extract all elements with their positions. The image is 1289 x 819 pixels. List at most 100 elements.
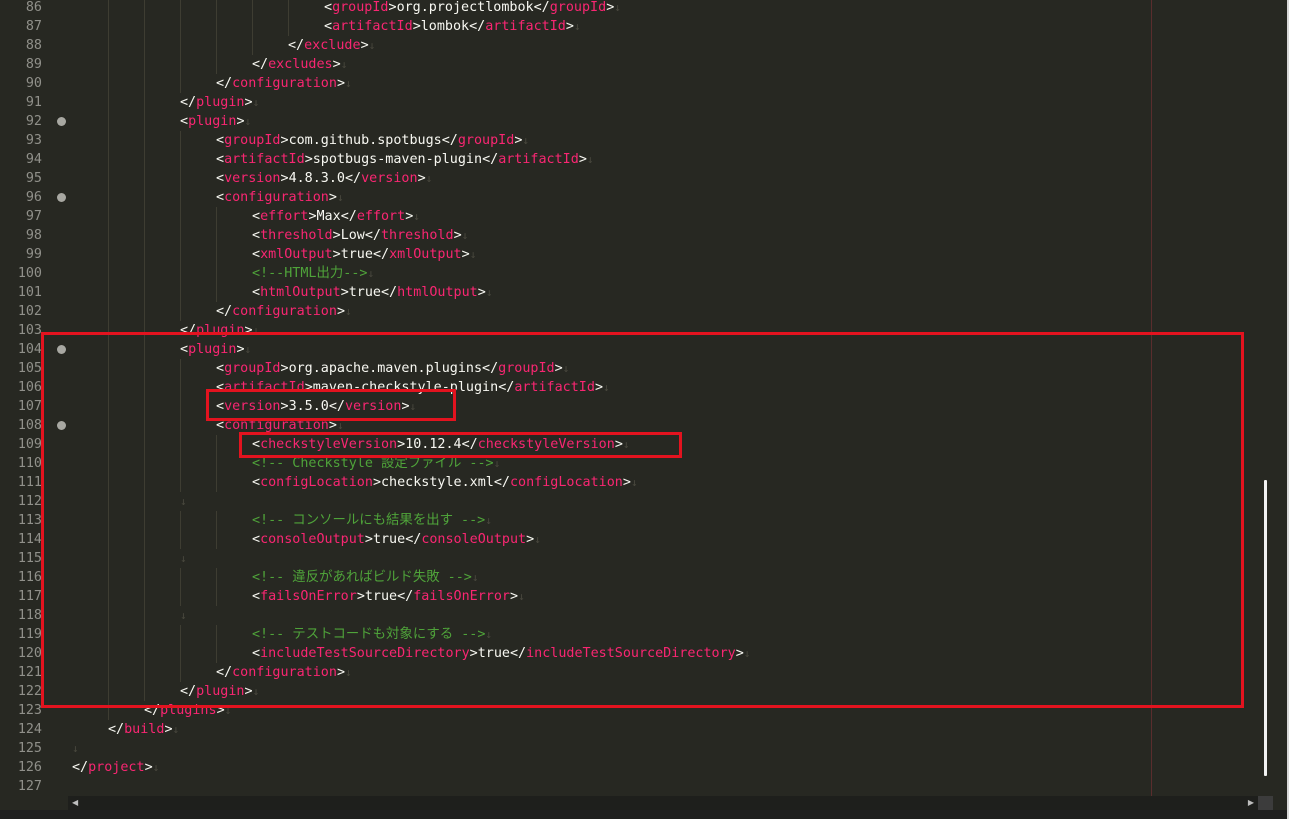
- code-content: </configuration>↓: [216, 74, 352, 93]
- code-line[interactable]: 108 <configuration>↓: [0, 416, 1260, 435]
- indent-guide: [108, 359, 109, 378]
- code-line[interactable]: 106 <artifactId>maven-checkstyle-plugin</…: [0, 378, 1260, 397]
- indent-guide: [180, 416, 181, 435]
- xml-bracket: >: [332, 57, 341, 72]
- code-line[interactable]: 107 <version>3.5.0</version>↓: [0, 397, 1260, 416]
- code-line[interactable]: 93 <groupId>com.github.spotbugs</groupId>…: [0, 131, 1260, 150]
- indent-guide: [144, 587, 145, 606]
- xml-tag-name: consoleOutput: [260, 532, 365, 547]
- xml-bracket: >: [614, 437, 623, 452]
- indent-guide: [180, 150, 181, 169]
- indent-guide: [180, 397, 181, 416]
- xml-bracket: </: [216, 76, 233, 91]
- xml-bracket: >: [308, 209, 317, 224]
- xml-bracket: <: [216, 152, 225, 167]
- scroll-right-icon[interactable]: ▶: [1248, 798, 1254, 807]
- code-line[interactable]: 113 <!-- コンソールにも結果を出す -->↓: [0, 511, 1260, 530]
- indent-guide: [108, 625, 109, 644]
- code-line[interactable]: 101 <htmlOutput>true</htmlOutput>↓: [0, 283, 1260, 302]
- xml-tag-name: exclude: [304, 38, 361, 53]
- xml-bracket: >: [510, 589, 519, 604]
- code-line[interactable]: 117 <failsOnError>true</failsOnError>↓: [0, 587, 1260, 606]
- xml-bracket: </: [372, 247, 390, 262]
- code-line[interactable]: 110 <!-- Checkstyle 設定ファイル -->↓: [0, 454, 1260, 473]
- code-content: ↓: [180, 606, 187, 625]
- code-line[interactable]: 89 </excludes>↓: [0, 55, 1260, 74]
- indent-guide: [216, 511, 217, 530]
- code-line[interactable]: 119 <!-- テストコードも対象にする -->↓: [0, 625, 1260, 644]
- code-line[interactable]: 97 <effort>Max</effort>↓: [0, 207, 1260, 226]
- code-line[interactable]: 109 <checkstyleVersion>10.12.4</checkstyl…: [0, 435, 1260, 454]
- indent-guide: [144, 283, 145, 302]
- code-content: <plugin>↓: [180, 112, 251, 131]
- fold-marker-icon[interactable]: [57, 193, 66, 202]
- code-line[interactable]: 127: [0, 777, 1260, 796]
- code-line[interactable]: 90 </configuration>↓: [0, 74, 1260, 93]
- code-line[interactable]: 86 <groupId>org.projectlombok</groupId>↓: [0, 0, 1260, 17]
- code-line[interactable]: 124 </build>↓: [0, 720, 1260, 739]
- code-line[interactable]: 126 </project>↓: [0, 758, 1260, 777]
- code-line[interactable]: 104 <plugin>↓: [0, 340, 1260, 359]
- line-number: 87: [25, 19, 42, 34]
- end-of-line-icon: ↓: [622, 438, 630, 451]
- fold-marker-icon[interactable]: [57, 117, 66, 126]
- end-of-line-icon: ↓: [493, 457, 501, 470]
- xml-bracket: <: [216, 171, 225, 186]
- scroll-left-icon[interactable]: ◀: [72, 798, 78, 807]
- horizontal-scrollbar[interactable]: ◀ ▶: [68, 796, 1258, 810]
- code-line[interactable]: 122 </plugin>↓: [0, 682, 1260, 701]
- code-line[interactable]: 112 ↓: [0, 492, 1260, 511]
- code-line[interactable]: 95 <version>4.8.3.0</version>↓: [0, 169, 1260, 188]
- code-line[interactable]: 91 </plugin>↓: [0, 93, 1260, 112]
- xml-bracket: </: [180, 95, 197, 110]
- line-number: 117: [17, 589, 42, 604]
- vertical-scrollbar-thumb[interactable]: [1264, 480, 1267, 776]
- code-line[interactable]: 94 <artifactId>spotbugs-maven-plugin</art…: [0, 150, 1260, 169]
- end-of-line-icon: ↓: [425, 172, 433, 185]
- xml-bracket: <: [180, 342, 189, 357]
- xml-text: 10.12.4: [405, 437, 462, 452]
- end-of-line-icon: ↓: [518, 590, 525, 603]
- code-line[interactable]: 120 <includeTestSourceDirectory>true</inc…: [0, 644, 1260, 663]
- fold-marker-icon[interactable]: [57, 345, 66, 354]
- code-line[interactable]: 125 ↓: [0, 739, 1260, 758]
- code-content: <threshold>Low</threshold>↓: [252, 226, 468, 245]
- code-line[interactable]: 121 </configuration>↓: [0, 663, 1260, 682]
- end-of-line-icon: ↓: [562, 362, 570, 375]
- xml-bracket: <: [252, 589, 261, 604]
- xml-bracket: </: [461, 437, 478, 452]
- xml-bracket: >: [164, 722, 173, 737]
- indent-guide: [216, 454, 217, 473]
- code-line[interactable]: 123 </plugins>↓: [0, 701, 1260, 720]
- xml-tag-name: configuration: [224, 418, 329, 433]
- code-content: <groupId>org.apache.maven.plugins</group…: [216, 359, 569, 378]
- xml-bracket: >: [360, 38, 369, 53]
- indent-guide: [180, 226, 181, 245]
- line-number: 123: [17, 703, 42, 718]
- code-line[interactable]: 105 <groupId>org.apache.maven.plugins</gr…: [0, 359, 1260, 378]
- code-line[interactable]: 99 <xmlOutput>true</xmlOutput>↓: [0, 245, 1260, 264]
- xml-tag-name: version: [345, 399, 402, 414]
- code-line[interactable]: 100 <!--HTML出力-->↓: [0, 264, 1260, 283]
- code-line[interactable]: 115 ↓: [0, 549, 1260, 568]
- fold-marker-icon[interactable]: [57, 421, 66, 430]
- code-line[interactable]: 102 </configuration>↓: [0, 302, 1260, 321]
- indent-guide: [108, 663, 109, 682]
- code-line[interactable]: 118 ↓: [0, 606, 1260, 625]
- code-line[interactable]: 98 <threshold>Low</threshold>↓: [0, 226, 1260, 245]
- xml-text: com.github.spotbugs: [288, 133, 442, 148]
- indent-guide: [144, 131, 145, 150]
- code-editor[interactable]: 86 <groupId>org.projectlombok</groupId>↓ 8…: [0, 0, 1260, 796]
- indent-guide: [180, 663, 181, 682]
- indent-guide: [180, 435, 181, 454]
- code-line[interactable]: 116 <!-- 違反があればビルド失敗 -->↓: [0, 568, 1260, 587]
- code-line[interactable]: 103 </plugin>↓: [0, 321, 1260, 340]
- code-line[interactable]: 96 <configuration>↓: [0, 188, 1260, 207]
- code-line[interactable]: 87 <artifactId>lombok</artifactId>↓: [0, 17, 1260, 36]
- line-number: 107: [17, 399, 42, 414]
- code-line[interactable]: 114 <consoleOutput>true</consoleOutput>↓: [0, 530, 1260, 549]
- code-line[interactable]: 92 <plugin>↓: [0, 112, 1260, 131]
- xml-bracket: >: [304, 380, 313, 395]
- code-line[interactable]: 111 <configLocation>checkstyle.xml</confi…: [0, 473, 1260, 492]
- code-line[interactable]: 88 </exclude>↓: [0, 36, 1260, 55]
